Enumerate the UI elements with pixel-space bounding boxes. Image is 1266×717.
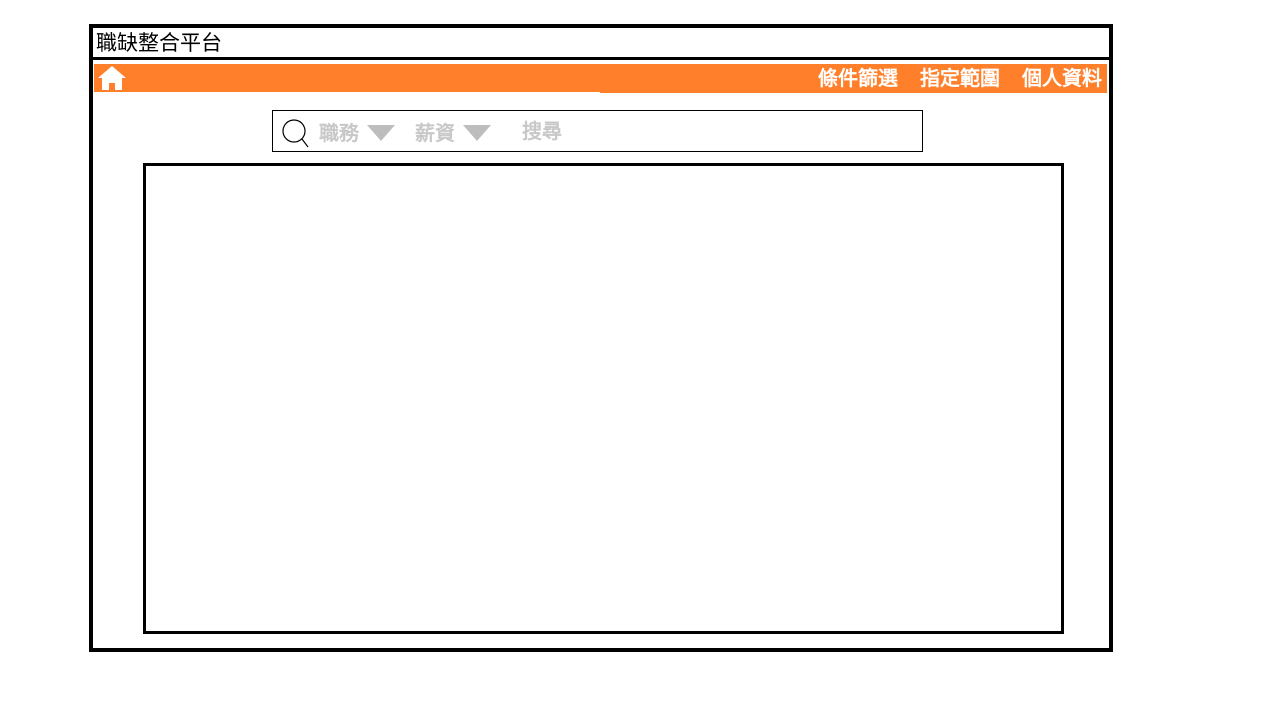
job-filter-label: 職務 [319,120,359,145]
salary-filter-label: 薪資 [415,120,455,145]
nav-menu: 條件篩選 指定範圍 個人資料 [818,64,1102,92]
nav-bar-edge [600,92,1107,93]
job-filter-dropdown[interactable]: 職務 [319,111,395,151]
app-window: 職缺整合平台 條件篩選 指定範圍 個人資料 職務 薪資 搜尋 [89,24,1113,652]
chevron-down-icon [463,124,491,141]
search-button[interactable]: 搜尋 [522,111,562,151]
home-button[interactable] [97,65,127,91]
nav-item-filter-conditions[interactable]: 條件篩選 [818,64,898,92]
app-title: 職缺整合平台 [96,31,222,55]
title-bar: 職缺整合平台 [93,28,1109,60]
search-bar: 職務 薪資 搜尋 [272,110,923,152]
nav-item-profile[interactable]: 個人資料 [1022,64,1102,92]
home-icon [98,66,126,90]
nav-item-specified-range[interactable]: 指定範圍 [920,64,1000,92]
search-icon [282,119,309,148]
salary-filter-dropdown[interactable]: 薪資 [415,111,491,151]
results-panel [143,163,1064,634]
chevron-down-icon [367,124,395,141]
nav-bar: 條件篩選 指定範圍 個人資料 [94,64,1107,92]
